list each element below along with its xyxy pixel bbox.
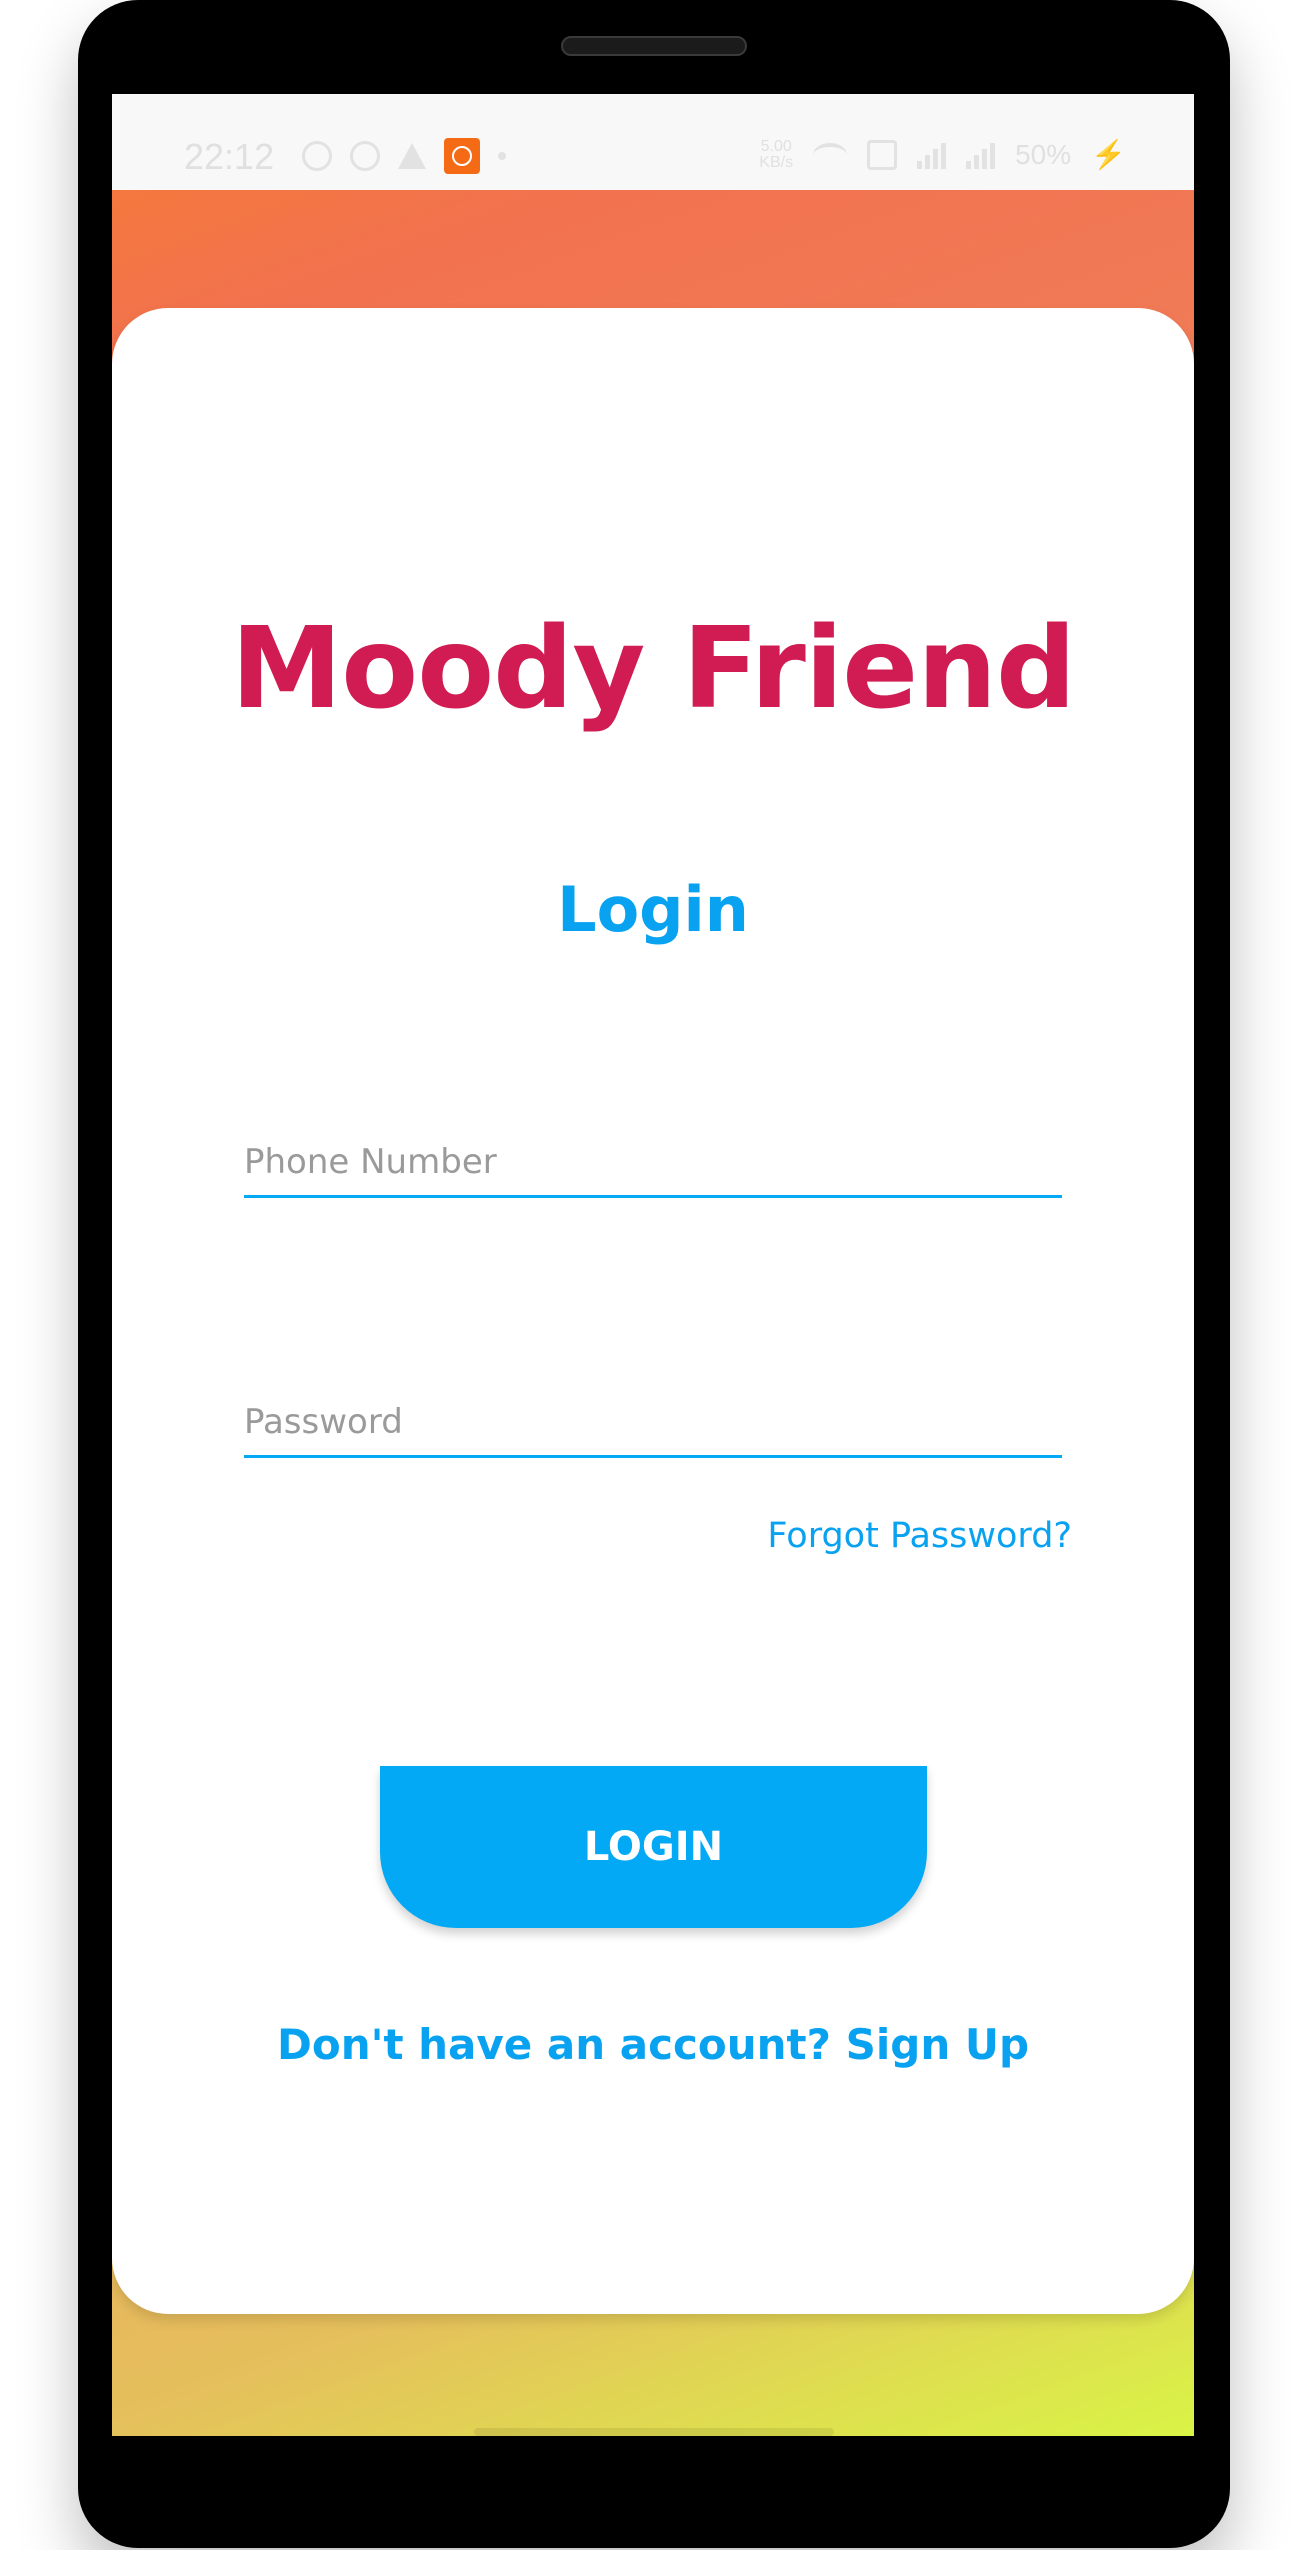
signup-link[interactable]: Don't have an account? Sign Up bbox=[112, 2020, 1194, 2069]
charging-icon: ⚡ bbox=[1091, 139, 1126, 170]
login-heading: Login bbox=[557, 873, 749, 946]
earpiece-speaker bbox=[561, 36, 747, 56]
whatsapp-icon bbox=[350, 141, 380, 171]
dot-icon bbox=[498, 152, 506, 160]
app-title: Moody Friend bbox=[230, 604, 1076, 734]
status-bar: 22:12 5.00 KB/s 50% ⚡ bbox=[112, 94, 1194, 190]
settings-icon bbox=[302, 141, 332, 171]
signal-icon bbox=[966, 141, 996, 169]
volte-icon bbox=[867, 139, 898, 170]
wifi-icon bbox=[813, 142, 848, 167]
login-button[interactable]: LOGIN bbox=[380, 1766, 927, 1928]
forgot-password-link[interactable]: Forgot Password? bbox=[767, 1516, 1072, 1556]
home-indicator[interactable] bbox=[474, 2428, 834, 2436]
system-icons: 5.00 KB/s 50% ⚡ bbox=[759, 138, 1126, 171]
battery-level: 50% bbox=[1015, 138, 1072, 170]
login-card: Moody Friend Login Forgot Password? LOGI… bbox=[112, 308, 1194, 2314]
password-input[interactable] bbox=[244, 1396, 1062, 1458]
mi-app-icon bbox=[444, 138, 480, 174]
network-speed: 5.00 KB/s bbox=[759, 137, 794, 171]
app-screen: 22:12 5.00 KB/s 50% ⚡ Moody Friend Login bbox=[112, 94, 1194, 2436]
notification-icons bbox=[302, 138, 506, 174]
status-time: 22:12 bbox=[184, 136, 275, 177]
phone-number-input[interactable] bbox=[244, 1136, 1062, 1198]
warning-icon bbox=[398, 143, 426, 169]
signal-icon bbox=[917, 141, 947, 169]
